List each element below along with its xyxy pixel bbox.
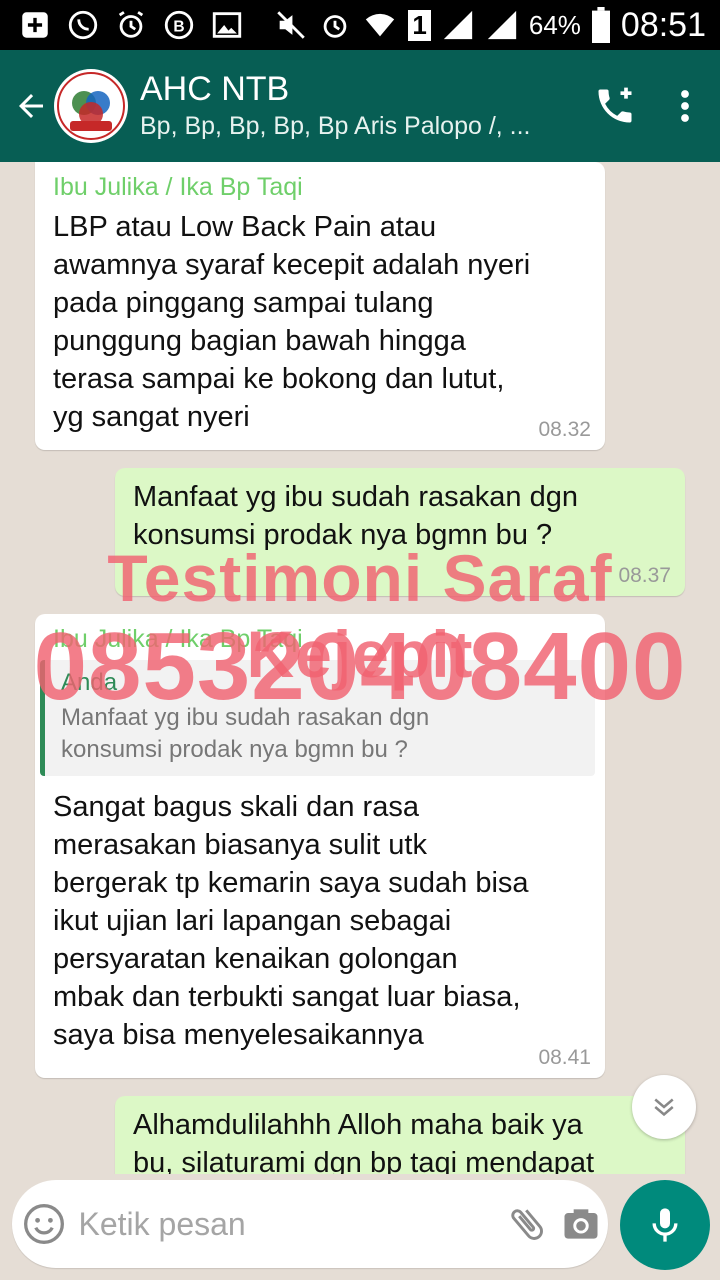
chat-title-area[interactable]: AHC NTB Bp, Bp, Bp, Bp, Bp Aris Palopo /… (140, 69, 580, 143)
bbm-icon: B (164, 10, 194, 40)
message-outgoing[interactable]: Alhamdulilahhh Alloh maha baik ya bu, si… (115, 1096, 685, 1174)
quoted-message[interactable]: Anda Manfaat yg ibu sudah rasakan dgn ko… (40, 660, 595, 776)
group-logo-icon (57, 72, 125, 140)
message-time: 08.37 (618, 564, 671, 587)
clock: 08:51 (620, 5, 706, 44)
alarm-icon (118, 11, 144, 38)
wifi-icon (366, 13, 395, 37)
signal-icon-1 (443, 10, 473, 40)
camera-icon (564, 1209, 598, 1239)
message-sender: Ibu Julika / Ika Bp Taqi (53, 625, 303, 653)
sim-indicator: 1 (408, 9, 431, 41)
message-text: Sangat bagus skali dan rasa merasakan bi… (53, 791, 529, 1051)
quote-text: Manfaat yg ibu sudah rasakan dgn konsums… (61, 704, 430, 763)
camera-button[interactable] (554, 1202, 608, 1246)
add-notification-icon (22, 12, 48, 38)
mute-icon (277, 11, 306, 39)
back-button[interactable] (0, 50, 62, 162)
message-outgoing[interactable]: Manfaat yg ibu sudah rasakan dgn konsums… (115, 468, 685, 596)
message-text: LBP atau Low Back Pain atau awamnya syar… (53, 211, 531, 433)
voice-message-button[interactable] (620, 1180, 710, 1270)
scroll-to-bottom-button[interactable] (632, 1075, 696, 1139)
message-incoming[interactable]: Ibu Julika / Ika Bp Taqi Anda Manfaat yg… (35, 614, 605, 1078)
chat-participants: Bp, Bp, Bp, Bp, Bp Aris Palopo /, ... (140, 112, 531, 140)
message-sender: Ibu Julika / Ika Bp Taqi (53, 173, 303, 201)
emoji-button[interactable] (12, 1202, 77, 1246)
chat-area[interactable]: Ibu Julika / Ika Bp Taqi LBP atau Low Ba… (0, 162, 720, 1174)
group-avatar[interactable] (54, 69, 128, 143)
whatsapp-notification-icon (68, 10, 98, 40)
message-text: Alhamdulilahhh Alloh maha baik ya bu, si… (133, 1109, 595, 1174)
chat-header: AHC NTB Bp, Bp, Bp, Bp, Bp Aris Palopo /… (0, 50, 720, 162)
battery-percentage: 64% (528, 9, 581, 40)
quote-sender: Anda (61, 669, 118, 696)
status-bar: B 1 64% 08:51 (0, 0, 720, 50)
alarm-status-icon (324, 15, 347, 38)
attach-button[interactable] (501, 1202, 555, 1246)
message-time: 08.32 (538, 418, 591, 441)
message-text: Manfaat yg ibu sudah rasakan dgn konsums… (133, 481, 578, 551)
double-chevron-down-icon (654, 1098, 674, 1117)
gallery-icon (212, 12, 242, 38)
battery-icon (591, 7, 610, 43)
chat-title: AHC NTB (140, 70, 290, 108)
svg-text:B: B (173, 18, 184, 35)
message-input[interactable] (76, 1204, 501, 1244)
menu-button[interactable] (650, 50, 720, 162)
emoji-icon (24, 1204, 65, 1244)
back-arrow-icon (19, 94, 43, 118)
message-time: 08.41 (538, 1046, 591, 1069)
add-call-button[interactable] (580, 50, 650, 162)
message-composer (12, 1180, 608, 1268)
more-vert-icon (681, 90, 689, 122)
paperclip-icon (511, 1209, 544, 1240)
add-call-icon (598, 87, 632, 123)
message-incoming[interactable]: Ibu Julika / Ika Bp Taqi LBP atau Low Ba… (35, 162, 605, 450)
microphone-icon (652, 1208, 678, 1242)
signal-icon-2 (487, 10, 517, 40)
